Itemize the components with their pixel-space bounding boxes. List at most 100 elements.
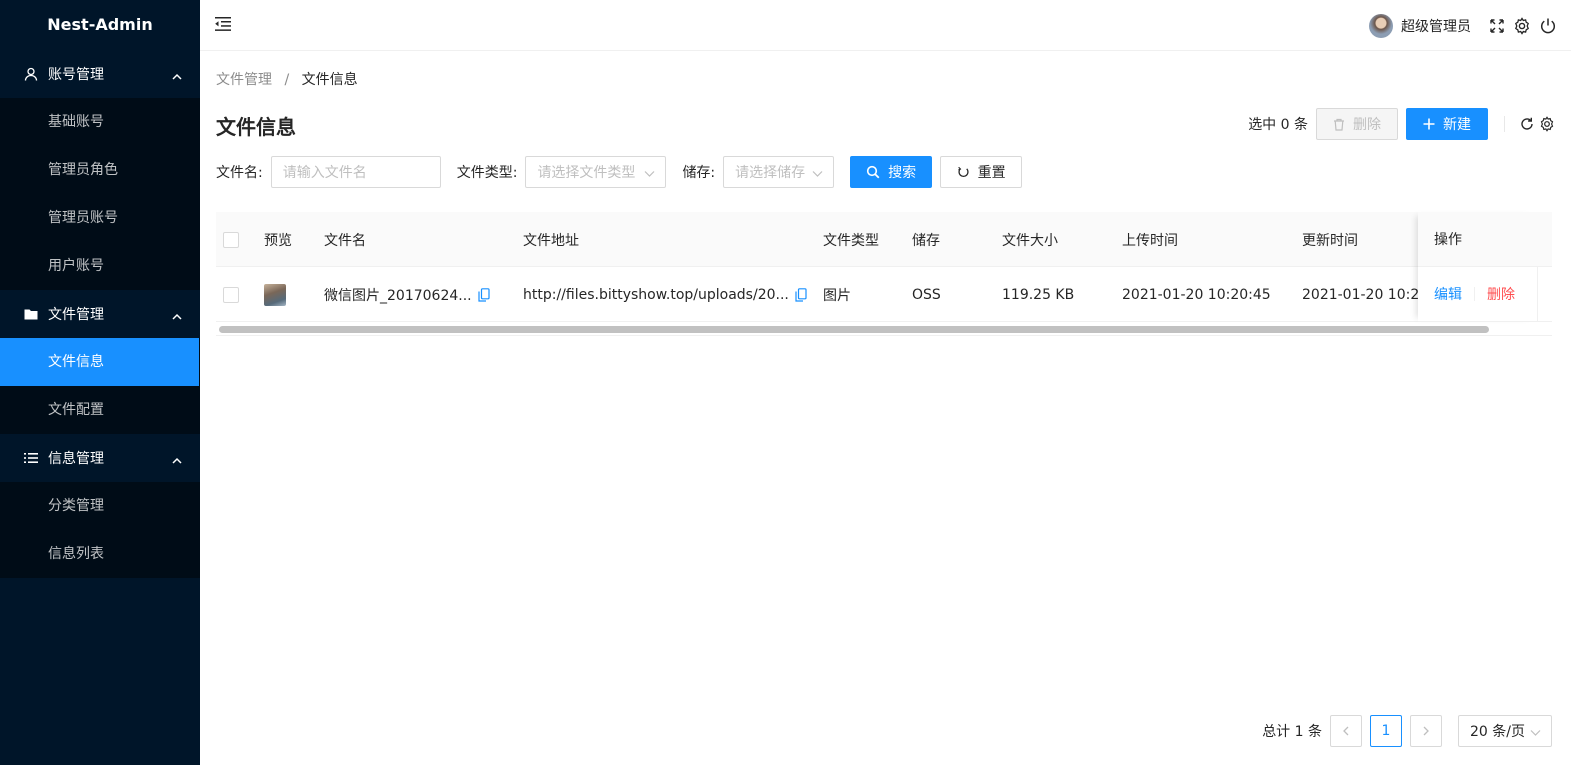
storage-placeholder: 请选择储存 — [735, 165, 806, 181]
top-header: 超级管理员 — [200, 0, 1571, 51]
delete-link[interactable]: 删除 — [1487, 284, 1515, 304]
scrollbar-thumb[interactable] — [219, 326, 1489, 333]
breadcrumb-item-file-manage[interactable]: 文件管理 — [216, 72, 272, 88]
edit-link[interactable]: 编辑 — [1434, 284, 1462, 304]
storage-cell: OSS — [912, 286, 941, 303]
avatar[interactable] — [1369, 14, 1393, 38]
chevron-down-icon — [1530, 726, 1541, 742]
copy-icon[interactable] — [795, 287, 807, 302]
chevron-down-icon — [812, 167, 823, 183]
submenu-account: 基础账号 管理员角色 管理员账号 用户账号 — [0, 98, 200, 290]
column-header-type: 文件类型 — [823, 232, 879, 249]
menu-fold-icon[interactable] — [214, 16, 232, 36]
reload-icon — [957, 166, 970, 179]
menu-group-info: 信息管理 分类管理 信息列表 — [0, 434, 200, 578]
new-button[interactable]: 新建 — [1406, 108, 1488, 140]
power-icon[interactable] — [1539, 17, 1557, 35]
reload-icon[interactable] — [1519, 116, 1535, 132]
menu-group-file: 文件管理 文件信息 文件配置 — [0, 290, 200, 434]
menu-title-account[interactable]: 账号管理 — [0, 50, 200, 98]
row-actions: 编辑 删除 — [1418, 267, 1538, 322]
sidebar-item-info-list[interactable]: 信息列表 — [0, 530, 200, 578]
horizontal-scrollbar[interactable] — [216, 322, 1552, 336]
plus-icon — [1423, 118, 1435, 130]
total-count: 总计 1 条 — [1262, 724, 1322, 740]
menu-title-file[interactable]: 文件管理 — [0, 290, 200, 338]
sidebar-item-category[interactable]: 分类管理 — [0, 482, 200, 530]
filename-placeholder: 请输入文件名 — [282, 165, 367, 181]
row-checkbox[interactable] — [223, 286, 239, 303]
file-thumbnail[interactable] — [264, 283, 286, 306]
chevron-left-icon — [1343, 726, 1349, 736]
reset-button[interactable]: 重置 — [940, 156, 1023, 188]
column-header-url: 文件地址 — [523, 232, 579, 249]
app-logo-title: Nest-Admin — [47, 15, 153, 34]
chevron-up-icon — [172, 309, 182, 325]
file-table: 预览 文件名 文件地址 文件类型 储存 文件大小 上传时间 更新时间 微信图片_… — [216, 212, 1552, 336]
action-divider — [1474, 287, 1475, 301]
batch-delete-button[interactable]: 删除 — [1316, 108, 1398, 140]
prev-page-button[interactable] — [1330, 715, 1362, 747]
search-form: 文件名: 请输入文件名 文件类型: 请选择文件类型 储存: 请选择储存 搜索 重… — [216, 156, 1023, 188]
menu-title-info[interactable]: 信息管理 — [0, 434, 200, 482]
batch-delete-label: 删除 — [1353, 117, 1381, 133]
table-row: 微信图片_20170624... http://files.bittyshow.… — [216, 267, 1552, 322]
user-icon — [24, 67, 38, 81]
filename-cell: 微信图片_20170624... — [324, 267, 514, 322]
actions-column: 操作 编辑 删除 — [1418, 212, 1538, 322]
breadcrumb-item-current: 文件信息 — [301, 72, 358, 88]
storage-label: 储存: — [682, 165, 716, 181]
table-toolbar: 选中 0 条 删除 新建 — [1248, 108, 1555, 140]
column-header-updated: 更新时间 — [1302, 232, 1358, 249]
sidebar-item-user-account[interactable]: 用户账号 — [0, 242, 200, 290]
table-header: 预览 文件名 文件地址 文件类型 储存 文件大小 上传时间 更新时间 — [216, 212, 1552, 267]
toolbar-divider — [1504, 116, 1505, 132]
sidebar-item-admin-account[interactable]: 管理员账号 — [0, 194, 200, 242]
column-header-storage: 储存 — [912, 232, 940, 249]
copy-icon[interactable] — [478, 287, 490, 302]
storage-select[interactable]: 请选择储存 — [723, 156, 835, 188]
breadcrumb: 文件管理 / 文件信息 — [216, 69, 358, 89]
filetype-label: 文件类型: — [456, 165, 518, 181]
main-content: 文件管理 / 文件信息 文件信息 选中 0 条 删除 新建 文件名: 请输入文件… — [200, 51, 1571, 765]
reset-button-label: 重置 — [977, 165, 1006, 181]
sidebar-item-file-config[interactable]: 文件配置 — [0, 386, 200, 434]
menu-title-label: 账号管理 — [48, 67, 104, 83]
page-size-value: 20 条/页 — [1470, 724, 1525, 740]
page-button-current[interactable]: 1 — [1370, 715, 1402, 747]
folder-icon — [24, 307, 38, 321]
sidebar-item-basic-account[interactable]: 基础账号 — [0, 98, 200, 146]
page-title: 文件信息 — [216, 115, 296, 139]
select-all-checkbox[interactable] — [223, 231, 239, 248]
search-icon — [866, 165, 880, 179]
menu-title-label: 文件管理 — [48, 307, 104, 323]
url-text: http://files.bittyshow.top/uploads/20... — [523, 286, 789, 303]
submenu-info: 分类管理 信息列表 — [0, 482, 200, 578]
chevron-right-icon — [1423, 726, 1429, 736]
next-page-button[interactable] — [1410, 715, 1442, 747]
header-actions: 超级管理员 — [1369, 12, 1557, 40]
pagination: 总计 1 条 1 20 条/页 — [1262, 715, 1552, 747]
sidebar: Nest-Admin 账号管理 基础账号 管理员角色 管理员账号 用户账号 文件… — [0, 0, 200, 765]
filetype-select[interactable]: 请选择文件类型 — [525, 156, 667, 188]
column-header-size: 文件大小 — [1002, 232, 1058, 249]
chevron-down-icon — [644, 167, 655, 183]
page-size-select[interactable]: 20 条/页 — [1458, 715, 1552, 747]
url-cell: http://files.bittyshow.top/uploads/20... — [523, 267, 813, 322]
uploaded-cell: 2021-01-20 10:20:45 — [1122, 286, 1271, 303]
submenu-file: 文件信息 文件配置 — [0, 338, 200, 434]
preview-cell — [264, 267, 286, 322]
filename-input[interactable]: 请输入文件名 — [270, 156, 441, 188]
search-button[interactable]: 搜索 — [850, 156, 933, 188]
trash-icon — [1333, 118, 1345, 131]
chevron-up-icon — [172, 69, 182, 85]
sidebar-item-file-info[interactable]: 文件信息 — [0, 338, 199, 386]
column-settings-icon[interactable] — [1539, 116, 1555, 132]
fullscreen-icon[interactable] — [1489, 18, 1505, 34]
breadcrumb-separator: / — [284, 72, 290, 88]
user-name[interactable]: 超级管理员 — [1401, 16, 1471, 36]
column-header-filename: 文件名 — [324, 232, 366, 249]
sidebar-item-admin-role[interactable]: 管理员角色 — [0, 146, 200, 194]
settings-icon[interactable] — [1513, 17, 1531, 35]
selected-count: 选中 0 条 — [1248, 117, 1308, 133]
